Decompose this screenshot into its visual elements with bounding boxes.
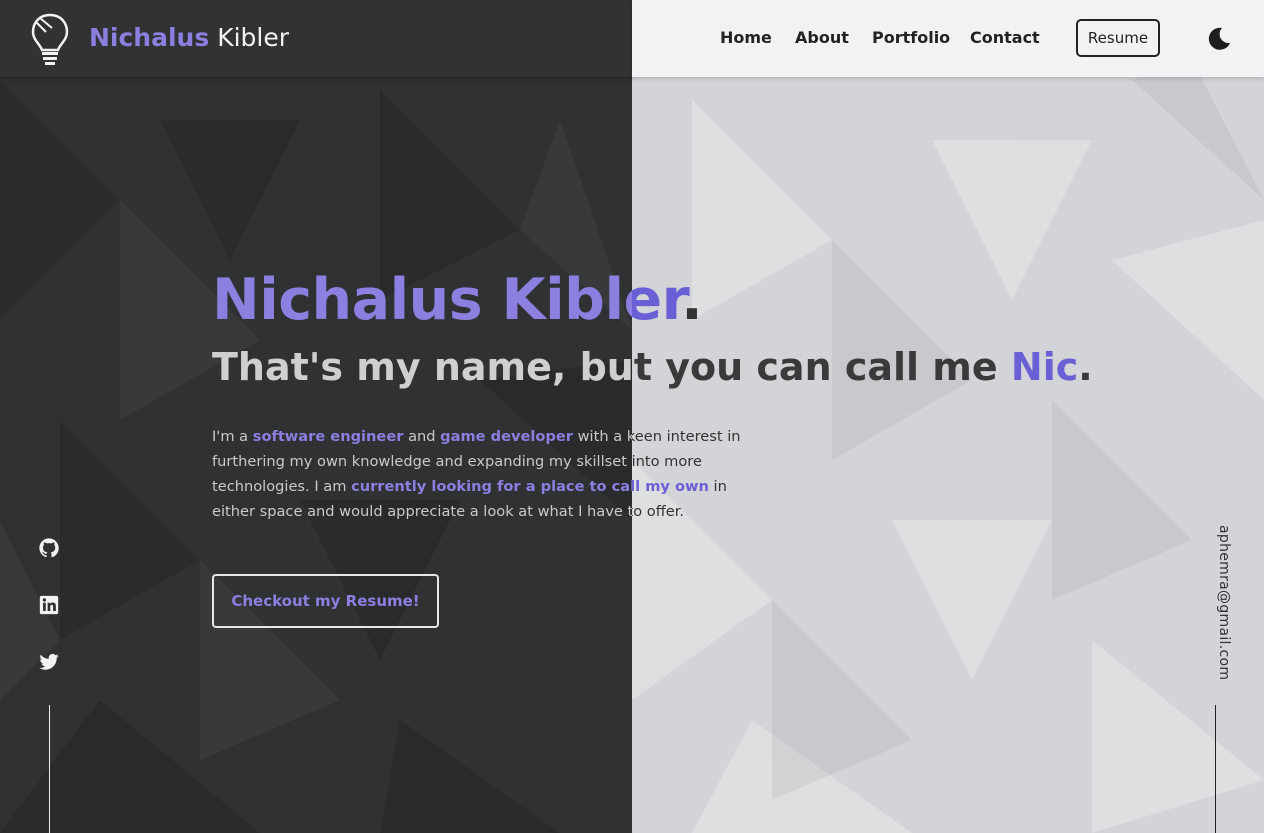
dark-background-panel — [0, 0, 632, 833]
lightbulb-logo-icon[interactable] — [30, 12, 70, 66]
geometric-pattern — [0, 80, 632, 833]
right-divider-line — [1215, 705, 1216, 833]
github-icon[interactable] — [38, 537, 60, 559]
left-divider-line — [49, 705, 50, 833]
twitter-icon[interactable] — [38, 651, 60, 673]
nav-contact[interactable]: Contact — [970, 28, 1040, 47]
resume-button[interactable]: Resume — [1076, 19, 1160, 57]
brand-name[interactable]: Nichalus Kibler — [89, 22, 289, 54]
checkout-resume-button[interactable]: Checkout my Resume! — [212, 574, 439, 628]
brand-first-name: Nichalus — [89, 23, 210, 52]
light-background-panel — [632, 0, 1264, 833]
brand-last-name: Kibler — [217, 23, 290, 52]
nav-portfolio[interactable]: Portfolio — [872, 28, 950, 47]
linkedin-icon[interactable] — [38, 594, 60, 616]
geometric-pattern — [632, 60, 1264, 833]
nav-home[interactable]: Home — [720, 28, 772, 47]
nav-about[interactable]: About — [795, 28, 849, 47]
moon-icon[interactable] — [1206, 26, 1232, 52]
email-link[interactable]: aphemra@gmail.com — [1216, 525, 1232, 680]
